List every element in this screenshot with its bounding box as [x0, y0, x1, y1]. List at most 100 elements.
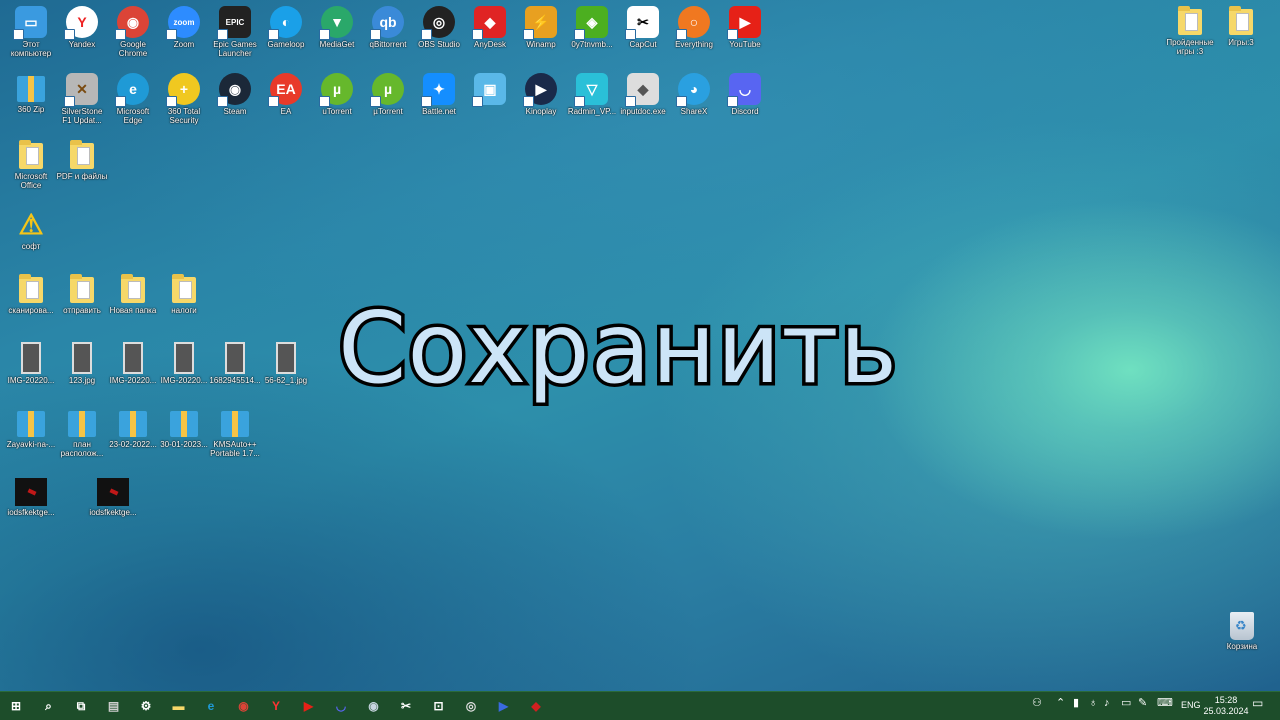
desktop-shortcut[interactable]: ▶ Kinoplay: [515, 73, 567, 116]
clock-time: 15:28: [1214, 695, 1238, 705]
desktop-shortcut[interactable]: Zayavki-na-...: [5, 408, 57, 449]
store-icon[interactable]: ⊡: [429, 696, 449, 716]
desktop-shortcut[interactable]: ◆ inputdoc.exe: [617, 73, 669, 116]
kinoplay-icon[interactable]: ▶: [494, 696, 514, 716]
desktop-shortcut[interactable]: iodsfkektge...: [5, 476, 57, 517]
desktop-shortcut[interactable]: µ uTorrent: [311, 73, 363, 116]
desktop-shortcut[interactable]: e Microsoft Edge: [107, 73, 159, 125]
shortcut-label: Игры:3: [1228, 38, 1254, 47]
settings-icon[interactable]: ⚙: [136, 696, 156, 716]
desktop-shortcut[interactable]: ○ Everything: [668, 6, 720, 49]
battery-icon[interactable]: ▮: [1073, 698, 1079, 709]
desktop-shortcut[interactable]: ✕ SilverStone F1 Updat...: [56, 73, 108, 125]
chrome-icon[interactable]: ◉: [234, 696, 254, 716]
desktop-shortcut[interactable]: KMSAuto++ Portable 1.7...: [209, 408, 261, 458]
desktop-shortcut[interactable]: 56-62_1.jpg: [260, 340, 312, 385]
desktop-shortcut[interactable]: ✂ CapCut: [617, 6, 669, 49]
shortcut-label: Radmin_VP...: [567, 107, 617, 116]
desktop-shortcut[interactable]: ◕ ShareX: [668, 73, 720, 116]
zip-stripe: [232, 411, 238, 437]
desktop-shortcut[interactable]: ◆ AnyDesk: [464, 6, 516, 49]
folder-icon: [19, 140, 43, 169]
language-indicator[interactable]: ENG: [1181, 700, 1201, 711]
folder-icon[interactable]: ▬: [169, 696, 189, 716]
desktop-shortcut[interactable]: ▼ MediaGet: [311, 6, 363, 49]
start-icon[interactable]: ⊞: [6, 696, 26, 716]
shortcut-arrow-icon: [523, 29, 534, 40]
desktop-shortcut[interactable]: Игры:3: [1215, 6, 1267, 47]
game-icon[interactable]: ◆: [526, 696, 546, 716]
desktop-shortcut[interactable]: ◉ Google Chrome: [107, 6, 159, 58]
anydesk-icon: ◆: [472, 6, 506, 40]
desktop-shortcut[interactable]: 30-01-2023...: [158, 408, 210, 449]
chevron-up-icon[interactable]: ⌃: [1056, 698, 1065, 709]
shortcut-label: inputdoc.exe: [620, 107, 666, 116]
document-preview: [1236, 13, 1249, 31]
obs-icon[interactable]: ◎: [461, 696, 481, 716]
shortcut-label: SilverStone F1 Updat...: [61, 107, 103, 125]
desktop-shortcut[interactable]: ⚠ софт: [5, 208, 57, 252]
desktop-shortcut[interactable]: PDF и файлы: [56, 140, 108, 181]
desktop-shortcut[interactable]: ✦ Battle.net: [413, 73, 465, 116]
yandex-browser-icon[interactable]: Y: [266, 696, 286, 716]
desktop-shortcut[interactable]: µ µTorrent: [362, 73, 414, 116]
shortcut-arrow-icon: [64, 96, 75, 107]
desktop-shortcut[interactable]: ◈ 0y7tnvmb...: [566, 6, 618, 49]
desktop-shortcut[interactable]: +360 Total Security: [158, 73, 210, 125]
recycle-bin[interactable]: Корзина: [1216, 610, 1268, 651]
desktop-shortcut[interactable]: ◐ Gameloop: [260, 6, 312, 49]
desktop-shortcut[interactable]: ▭ Этот компьютер: [5, 6, 57, 58]
shortcut-arrow-icon: [319, 96, 330, 107]
desktop-shortcut[interactable]: qb qBittorrent: [362, 6, 414, 49]
desktop-shortcut[interactable]: IMG-20220...: [158, 340, 210, 385]
desktop-shortcut[interactable]: Новая папка: [107, 274, 159, 315]
edge-icon[interactable]: e: [201, 696, 221, 716]
desktop-shortcut[interactable]: zoom Zoom: [158, 6, 210, 49]
steam-icon[interactable]: ◉: [364, 696, 384, 716]
desktop-shortcut[interactable]: 23-02-2022...: [107, 408, 159, 449]
desktop-shortcut[interactable]: Пройденные игры :3: [1164, 6, 1216, 56]
shortcut-arrow-icon: [115, 29, 126, 40]
desktop-shortcut[interactable]: 360 Zip: [5, 73, 57, 114]
youtube-icon[interactable]: ▶: [299, 696, 319, 716]
folder-icon: [19, 274, 43, 303]
desktop-shortcut[interactable]: 1682945514...: [209, 340, 261, 385]
desktop-shortcut[interactable]: Y Yandex: [56, 6, 108, 49]
desktop-shortcut[interactable]: отправить: [56, 274, 108, 315]
keyboard-icon[interactable]: ⌨: [1157, 698, 1173, 709]
network-icon[interactable]: ▭: [1121, 698, 1131, 709]
task-view-icon[interactable]: ⧉: [71, 696, 91, 716]
shortcut-arrow-icon: [268, 29, 279, 40]
desktop-shortcut[interactable]: 123.jpg: [56, 340, 108, 385]
desktop-shortcut[interactable]: налоги: [158, 274, 210, 315]
desktop-shortcut[interactable]: ▶ YouTube: [719, 6, 771, 49]
desktop-shortcut[interactable]: EPIC Epic Games Launcher: [209, 6, 261, 58]
desktop-shortcut[interactable]: ◉ Steam: [209, 73, 261, 116]
desktop-shortcut[interactable]: сканирова...: [5, 274, 57, 315]
desktop-shortcut[interactable]: ◡ Discord: [719, 73, 771, 116]
shortcut-label: iodsfkektge...: [89, 508, 137, 517]
capcut-icon[interactable]: ✂: [396, 696, 416, 716]
shortcut-arrow-icon: [727, 96, 738, 107]
desktop-shortcut[interactable]: ▽ Radmin_VP...: [566, 73, 618, 116]
search-icon[interactable]: ⌕: [39, 696, 59, 716]
obs-icon: ◎: [421, 6, 455, 40]
desktop-shortcut[interactable]: ⚡ Winamp: [515, 6, 567, 49]
clock[interactable]: 15:28 25.03.2024: [1203, 695, 1249, 717]
explorer-icon[interactable]: ▤: [104, 696, 124, 716]
desktop-shortcut[interactable]: EA EA: [260, 73, 312, 116]
people-icon[interactable]: ⚇: [1032, 698, 1042, 709]
pen-icon[interactable]: ✎: [1138, 698, 1147, 709]
shortcut-label: Microsoft Office: [14, 172, 48, 190]
microphone-icon[interactable]: ♁: [1089, 698, 1097, 709]
desktop-shortcut[interactable]: iodsfkektge...: [87, 476, 139, 517]
notification-icon[interactable]: ▭: [1252, 697, 1263, 709]
desktop-shortcut[interactable]: IMG-20220...: [5, 340, 57, 385]
discord-icon[interactable]: ◡: [331, 696, 351, 716]
desktop-shortcut[interactable]: IMG-20220...: [107, 340, 159, 385]
desktop-shortcut[interactable]: ◎ OBS Studio: [413, 6, 465, 49]
desktop-shortcut[interactable]: Microsoft Office: [5, 140, 57, 190]
volume-icon[interactable]: ♪: [1104, 698, 1110, 709]
desktop-shortcut[interactable]: план располож...: [56, 408, 108, 458]
desktop-shortcut[interactable]: ▣: [464, 73, 516, 107]
